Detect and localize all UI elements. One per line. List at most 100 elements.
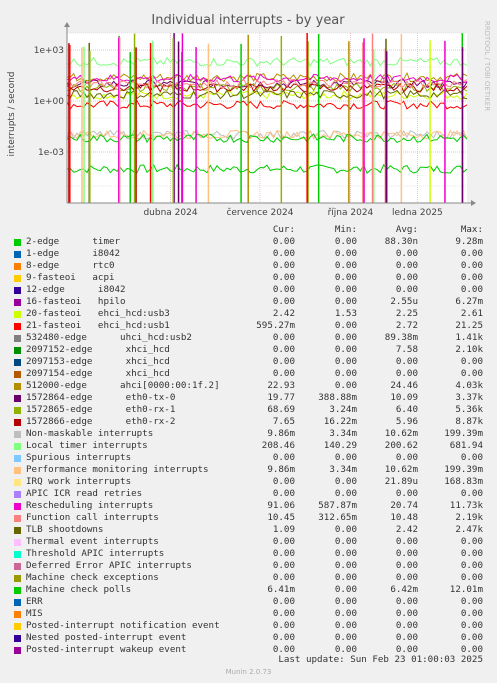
legend-swatch <box>14 311 21 318</box>
legend-series-name: Non-maskable interrupts <box>26 428 154 439</box>
legend-value-cur: 0.00 <box>272 452 295 463</box>
legend-value-avg: 0.00 <box>395 260 418 271</box>
legend-column-header: Max: <box>460 224 483 235</box>
legend-value-cur: 0.00 <box>272 596 295 607</box>
legend-value-min: 0.00 <box>334 632 357 643</box>
legend-value-max: 9.28m <box>455 236 483 247</box>
x-tick-label: října 2024 <box>328 208 374 218</box>
legend-value-cur: 19.77 <box>267 392 295 403</box>
legend-row: Non-maskable interrupts 9.86m 3.34m 10.62m 1… <box>10 428 490 440</box>
legend-value-cur: 0.00 <box>272 536 295 547</box>
legend-value-min: 16.22m <box>323 416 357 427</box>
legend-value-cur: 0.00 <box>272 488 295 499</box>
legend-value-cur: 2.42 <box>272 308 295 319</box>
legend-value-avg: 0.00 <box>395 488 418 499</box>
legend-value-avg: 0.00 <box>395 560 418 571</box>
legend-series-name: Performance monitoring interrupts <box>26 464 209 475</box>
legend-series-name: 2-edge timer <box>26 236 121 247</box>
legend-value-max: 0.00 <box>460 572 483 583</box>
legend-value-cur: 208.46 <box>261 440 295 451</box>
x-tick-label: července 2024 <box>226 207 293 218</box>
legend-value-min: 0.00 <box>334 488 357 499</box>
legend-value-max: 0.00 <box>460 608 483 619</box>
legend-value-max: 0.00 <box>460 632 483 643</box>
legend-value-max: 199.39m <box>444 464 483 475</box>
legend-series-name: Deferred Error APIC interrupts <box>26 560 192 571</box>
legend-value-max: 6.27m <box>455 296 483 307</box>
legend-row: Posted-interrupt notification event 0.00 0… <box>10 620 490 632</box>
legend-series-name: TLB shootdowns <box>26 524 104 535</box>
legend-value-max: 0.00 <box>460 488 483 499</box>
legend-series-name: Posted-interrupt notification event <box>26 620 220 631</box>
legend-swatch <box>14 455 21 462</box>
legend-series-name: 20-fasteoi ehci_hcd:usb3 <box>26 308 170 319</box>
legend-value-max: 2.61 <box>460 308 483 319</box>
legend-row: 2097154-edge xhci_hcd 0.00 0.00 0.00 0.00 <box>10 368 490 380</box>
legend-value-max: 0.00 <box>460 536 483 547</box>
legend-series-name: 16-fasteoi hpilo <box>26 296 126 307</box>
legend-value-cur: 91.06 <box>267 500 295 511</box>
legend-row: Nested posted-interrupt event 0.00 0.00 0.0… <box>10 632 490 644</box>
legend-value-max: 0.00 <box>460 548 483 559</box>
legend-value-max: 1.41k <box>455 332 483 343</box>
legend-swatch <box>14 515 21 522</box>
legend-value-avg: 0.00 <box>395 608 418 619</box>
legend-series-name: Rescheduling interrupts <box>26 500 154 511</box>
legend-series-name: Function call interrupts <box>26 512 159 523</box>
legend-value-min: 0.00 <box>334 332 357 343</box>
legend-value-avg: 89.38m <box>384 332 418 343</box>
legend-value-max: 0.00 <box>460 368 483 379</box>
legend-value-min: 0.00 <box>334 344 357 355</box>
legend-value-avg: 2.55u <box>390 296 418 307</box>
legend-value-cur: 6.41m <box>267 584 295 595</box>
legend-row: TLB shootdowns 1.09 0.00 2.42 2.47k <box>10 524 490 536</box>
legend-series-name: Nested posted-interrupt event <box>26 632 187 643</box>
legend-series-name: Thermal event interrupts <box>26 536 159 547</box>
legend-value-avg: 10.62m <box>384 464 418 475</box>
legend-value-cur: 0.00 <box>272 632 295 643</box>
legend-swatch <box>14 563 21 570</box>
legend-value-cur: 7.65 <box>272 416 295 427</box>
y-tick-label: 1e-03 <box>38 148 64 158</box>
legend-row: Local timer interrupts 208.46 140.29 200.62… <box>10 440 490 452</box>
legend-value-min: 587.87m <box>318 500 357 511</box>
legend-value-avg: 0.00 <box>395 284 418 295</box>
legend-value-max: 0.00 <box>460 260 483 271</box>
legend-value-cur: 0.00 <box>272 548 295 559</box>
legend-value-cur: 595.27m <box>256 320 295 331</box>
legend-swatch <box>14 323 21 330</box>
legend-swatch <box>14 299 21 306</box>
legend-value-max: 8.87k <box>455 416 483 427</box>
legend-series-name: ERR <box>26 596 43 607</box>
legend-value-min: 0.00 <box>334 272 357 283</box>
legend-value-avg: 0.00 <box>395 572 418 583</box>
legend-series-name: 2097154-edge xhci_hcd <box>26 368 170 379</box>
legend-value-min: 0.00 <box>334 548 357 559</box>
legend-value-max: 168.83m <box>444 476 483 487</box>
legend-value-cur: 0.00 <box>272 368 295 379</box>
legend-value-cur: 9.86m <box>267 428 295 439</box>
legend-value-cur: 0.00 <box>272 272 295 283</box>
legend-swatch <box>14 527 21 534</box>
legend-value-cur: 0.00 <box>272 296 295 307</box>
legend-swatch <box>14 287 21 294</box>
legend-series-name: 1572864-edge eth0-tx-0 <box>26 392 176 403</box>
legend-row: Spurious interrupts 0.00 0.00 0.00 0.00 <box>10 452 490 464</box>
legend-value-min: 0.00 <box>334 608 357 619</box>
legend-row: MIS 0.00 0.00 0.00 0.00 <box>10 608 490 620</box>
legend-row: IRQ work interrupts 0.00 0.00 21.89u 168.83m <box>10 476 490 488</box>
legend-value-cur: 10.45 <box>267 512 295 523</box>
legend-value-min: 0.00 <box>334 536 357 547</box>
y-axis-label: interrupts / second <box>7 72 17 157</box>
legend-value-cur: 0.00 <box>272 560 295 571</box>
legend-row: Thermal event interrupts 0.00 0.00 0.00 0.00 <box>10 536 490 548</box>
legend-value-cur: 0.00 <box>272 344 295 355</box>
legend-value-cur: 0.00 <box>272 248 295 259</box>
legend-value-max: 0.00 <box>460 452 483 463</box>
legend-row: 2-edge timer 0.00 0.00 88.30n 9.28m <box>10 236 490 248</box>
legend-row: 512000-edge ahci[0000:00:1f.2] 22.93 0.00 2… <box>10 380 490 392</box>
legend-swatch <box>14 599 21 606</box>
legend-value-min: 0.00 <box>334 260 357 271</box>
legend-value-cur: 68.69 <box>267 404 295 415</box>
legend-series-name: Spurious interrupts <box>26 452 132 463</box>
